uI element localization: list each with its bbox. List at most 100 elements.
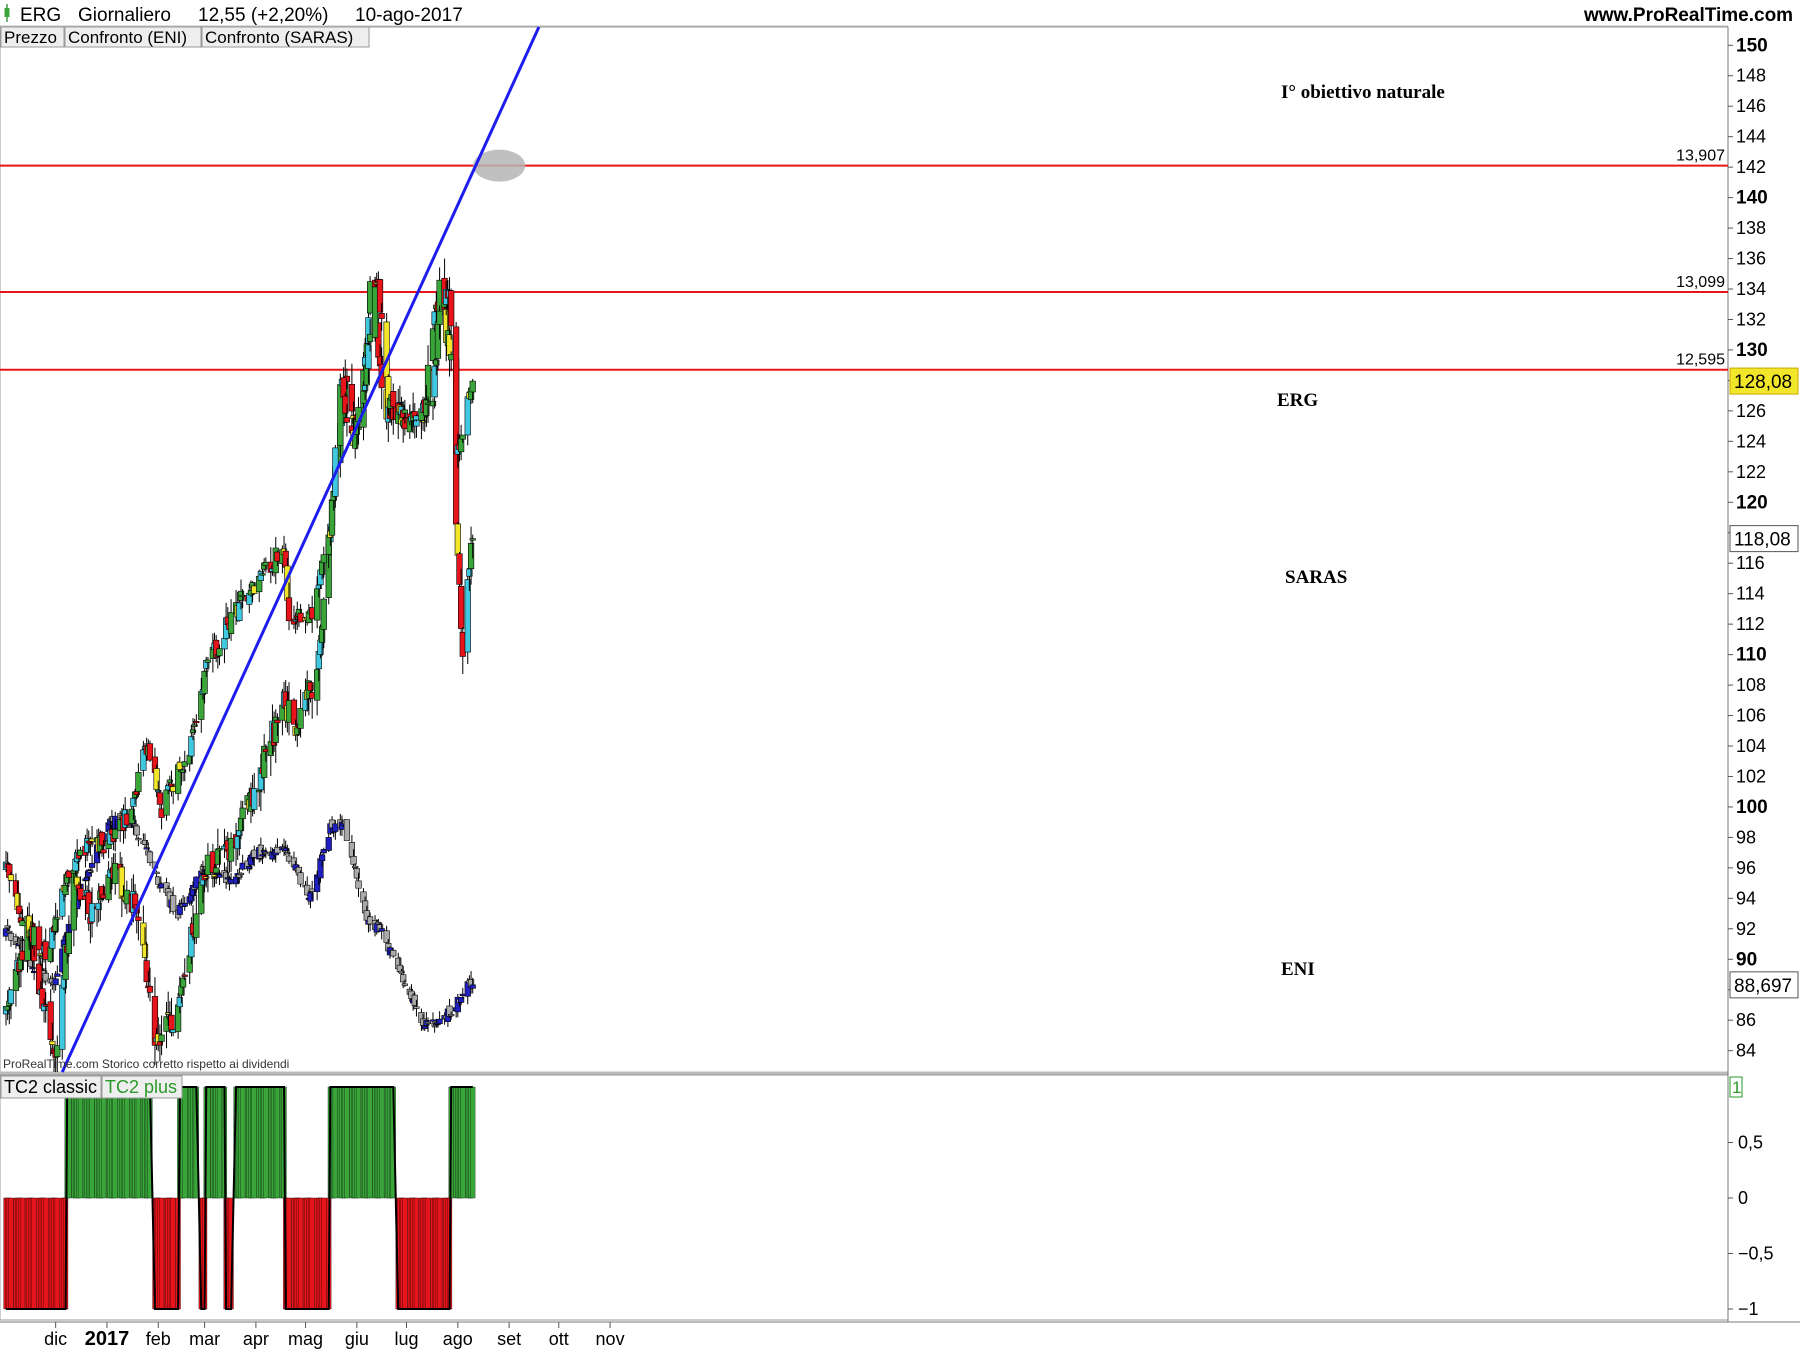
svg-text:TC2 classic: TC2 classic <box>4 1077 97 1097</box>
time-tick-label: dic <box>44 1329 67 1349</box>
indicator-bar <box>274 1086 280 1199</box>
price-tick-label: 148 <box>1736 66 1766 86</box>
annotation-eni: ENI <box>1281 959 1315 980</box>
svg-text:Confronto (ENI): Confronto (ENI) <box>68 28 187 47</box>
header-timeframe: Giornaliero <box>78 5 171 26</box>
price-tick-label: 146 <box>1736 96 1766 116</box>
annotation-saras: SARAS <box>1285 567 1347 588</box>
indicator-bar <box>182 1086 188 1199</box>
price-tick-label: 122 <box>1736 462 1766 482</box>
indicator-bar <box>31 1197 37 1310</box>
price-tick-label: 112 <box>1736 614 1765 634</box>
last-price-text: 128,08 <box>1734 372 1792 393</box>
price-tick-label: 150 <box>1736 35 1768 56</box>
price-tick-label: 136 <box>1736 249 1766 269</box>
chart-canvas[interactable]: ERG Giornaliero 12,55 (+2,20%) 10-ago-20… <box>0 0 1800 1350</box>
indicator-bar <box>470 1086 476 1199</box>
indicator-bar <box>216 1086 223 1199</box>
time-tick-label: lug <box>394 1329 418 1349</box>
price-tick-label: 138 <box>1736 218 1766 238</box>
indicator-bar <box>367 1086 373 1199</box>
indicator-bar <box>240 1086 246 1199</box>
price-tick-label: 92 <box>1736 919 1756 939</box>
indicator-bar <box>379 1086 385 1199</box>
price-tick-label: 106 <box>1736 706 1766 726</box>
indicator-bar <box>89 1086 95 1199</box>
time-tick-label: nov <box>596 1329 625 1349</box>
price-tick-label: 94 <box>1736 888 1756 908</box>
indicator-tick-label: −1 <box>1738 1299 1759 1319</box>
time-tick-label: ago <box>443 1329 473 1349</box>
price-tick-label: 96 <box>1736 858 1756 878</box>
price-tick-label: 84 <box>1736 1041 1756 1061</box>
tab-prezzo[interactable]: Prezzo <box>0 26 65 48</box>
price-tick-label: 124 <box>1736 431 1766 451</box>
indicator-bar <box>332 1086 338 1199</box>
indicator-bar <box>413 1197 419 1310</box>
svg-text:TC2 plus: TC2 plus <box>105 1077 177 1097</box>
time-tick-label: 2017 <box>85 1328 130 1350</box>
tab-confronto-saras[interactable]: Confronto (SARAS) <box>201 26 370 48</box>
price-tick-label: 110 <box>1736 645 1767 666</box>
indicator-bar <box>286 1197 292 1310</box>
svg-text:Prezzo: Prezzo <box>4 28 57 47</box>
header-symbol: ERG <box>20 5 61 26</box>
price-tick-label: 130 <box>1736 340 1768 361</box>
indicator-tick-label: −0,5 <box>1738 1244 1774 1264</box>
indicator-bar <box>77 1086 84 1199</box>
price-tick-label: 102 <box>1736 766 1766 786</box>
tab-confronto-eni[interactable]: Confronto (ENI) <box>64 26 202 48</box>
time-tick-label: mag <box>288 1329 323 1349</box>
time-tick-label: apr <box>243 1329 269 1349</box>
price-tick-label: 108 <box>1736 675 1766 695</box>
price-tick-label: 134 <box>1736 279 1766 299</box>
indicator-bar <box>170 1197 176 1310</box>
header-price-change: 12,55 (+2,20%) <box>198 5 328 26</box>
price-tick-label: 100 <box>1736 797 1768 818</box>
indicator-bar <box>112 1086 118 1199</box>
indicator-bar <box>402 1197 408 1310</box>
indicator-bar <box>309 1197 315 1310</box>
indicator-bar <box>460 1086 466 1199</box>
indicator-bar <box>251 1086 257 1199</box>
indicator-tick-label: 0,5 <box>1738 1133 1763 1153</box>
indicator-bar <box>263 1086 269 1199</box>
price-tick-label: 86 <box>1736 1010 1756 1030</box>
indicator-bar <box>19 1197 26 1310</box>
indicator-tab-tc2-classic[interactable]: TC2 classic <box>0 1075 102 1099</box>
last-price-text: 118,08 <box>1734 530 1791 551</box>
resistance-label: 13,907 <box>1676 148 1725 165</box>
annotation-obiettivo: I° obiettivo naturale <box>1281 82 1445 103</box>
price-tick-label: 114 <box>1736 584 1765 604</box>
price-tick-label: 90 <box>1736 949 1757 970</box>
time-tick-label: mar <box>189 1329 220 1349</box>
last-price-text: 88,697 <box>1734 976 1792 997</box>
time-tick-label: giu <box>345 1329 369 1349</box>
price-tick-label: 140 <box>1736 188 1768 209</box>
indicator-bar <box>437 1197 443 1310</box>
chart-window: ERG Giornaliero 12,55 (+2,20%) 10-ago-20… <box>0 0 1800 1350</box>
eni-candle <box>343 819 351 841</box>
time-tick-label: set <box>497 1329 521 1349</box>
price-tick-label: 126 <box>1736 401 1766 421</box>
time-tick-label: ott <box>549 1329 569 1349</box>
price-tick-label: 144 <box>1736 127 1766 147</box>
resistance-label: 13,099 <box>1676 274 1725 291</box>
indicator-bar <box>355 1086 362 1199</box>
indicator-bar <box>344 1086 350 1199</box>
indicator-bar <box>298 1197 304 1310</box>
price-tick-label: 116 <box>1736 553 1765 573</box>
indicator-tab-tc2-plus[interactable]: TC2 plus <box>101 1075 183 1099</box>
header-date: 10-ago-2017 <box>355 5 463 26</box>
indicator-bar <box>159 1197 165 1310</box>
price-tick-label: 104 <box>1736 736 1766 756</box>
price-tick-label: 120 <box>1736 492 1768 513</box>
price-tick-label: 98 <box>1736 827 1756 847</box>
saras-candle <box>454 521 461 556</box>
indicator-bar <box>425 1197 431 1310</box>
resistance-label: 12,595 <box>1676 352 1725 369</box>
indicator-bar <box>43 1197 49 1310</box>
svg-text:Confronto (SARAS): Confronto (SARAS) <box>205 28 353 47</box>
indicator-bar <box>135 1086 141 1199</box>
annotation-erg: ERG <box>1277 390 1318 411</box>
